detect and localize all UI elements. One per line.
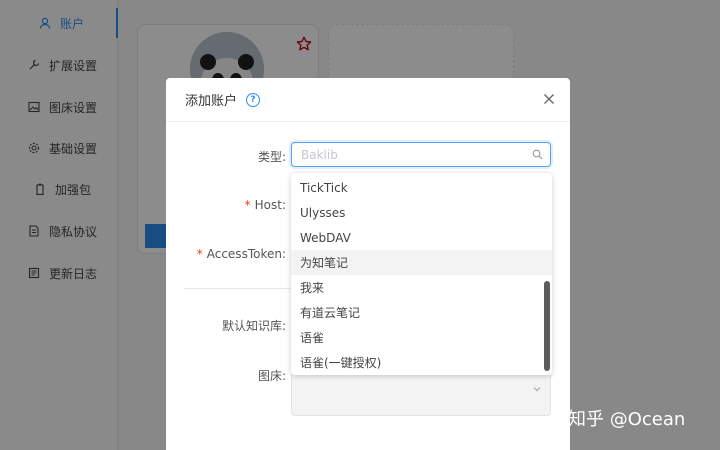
required-mark: * (196, 247, 203, 261)
required-mark: * (244, 198, 251, 212)
type-dropdown: TickTick Ulysses WebDAV 为知笔记 我来 有道云笔记 语雀… (291, 173, 552, 375)
dialog-title: 添加账户 (185, 94, 238, 109)
type-select[interactable]: Baklib (291, 142, 551, 167)
type-select-placeholder: Baklib (301, 147, 338, 162)
accesstoken-label: * AccessToken: (196, 247, 286, 261)
search-icon (532, 149, 543, 163)
image-bed-select[interactable] (291, 372, 551, 416)
dropdown-option[interactable]: WebDAV (291, 225, 552, 250)
chevron-down-icon (532, 383, 542, 397)
dropdown-option[interactable]: Ulysses (291, 200, 552, 225)
close-icon[interactable] (542, 92, 556, 106)
dropdown-option[interactable]: 语雀 (291, 325, 552, 350)
image-bed-label: 图床: (257, 369, 286, 383)
help-icon[interactable]: ? (246, 92, 261, 107)
dropdown-option[interactable]: 语雀(一键授权) (291, 350, 552, 375)
dropdown-scrollbar[interactable] (544, 281, 550, 371)
dropdown-option-hovered[interactable]: 为知笔记 (291, 250, 552, 275)
dropdown-option[interactable]: TickTick (291, 175, 552, 200)
default-repo-label: 默认知识库: (221, 319, 286, 333)
type-label: 类型: (257, 150, 286, 164)
watermark: 知乎 @Ocean (568, 409, 686, 430)
dialog-header: 添加账户 ? (166, 78, 570, 122)
dropdown-option[interactable]: 我来 (291, 275, 552, 300)
host-label: * Host: (244, 198, 286, 212)
dropdown-option[interactable]: 有道云笔记 (291, 300, 552, 325)
